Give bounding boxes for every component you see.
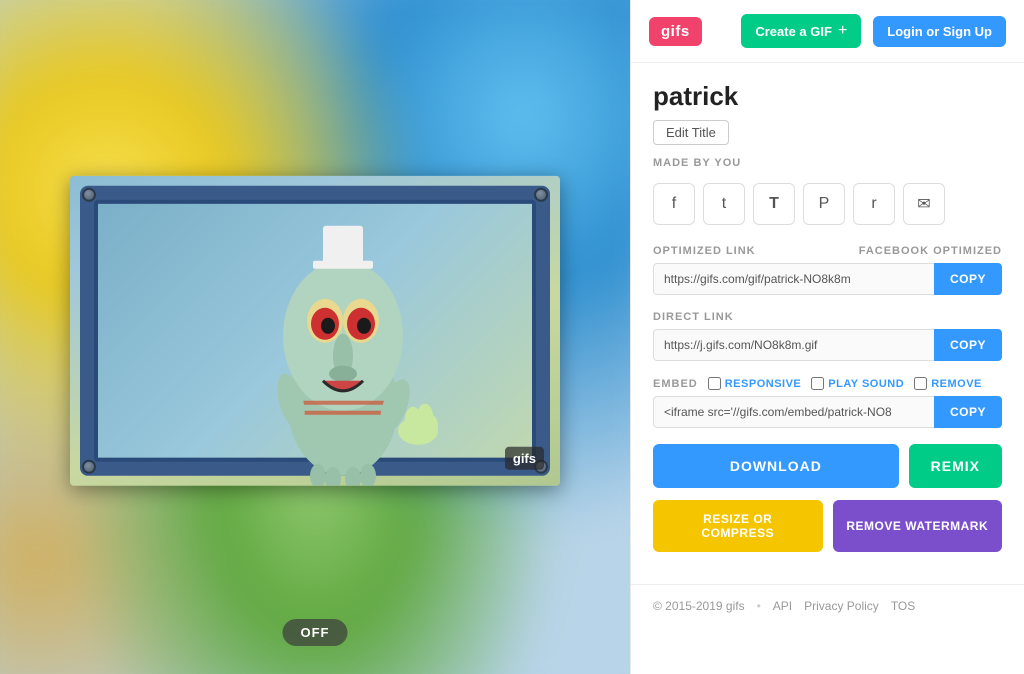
remove-checkbox[interactable] xyxy=(914,377,927,390)
action-row: DOWNLOAD REMIX xyxy=(653,444,1002,488)
footer-dot: • xyxy=(757,599,761,613)
reddit-icon: r xyxy=(871,195,876,213)
tos-link[interactable]: TOS xyxy=(891,599,915,613)
right-panel: gifs Create a GIF + Login or Sign Up pat… xyxy=(630,0,1024,674)
copy-direct-button[interactable]: COPY xyxy=(934,329,1002,361)
left-panel: gifs OFF xyxy=(0,0,630,674)
download-button[interactable]: DOWNLOAD xyxy=(653,444,899,488)
pinterest-share-button[interactable]: P xyxy=(803,183,845,225)
resize-button[interactable]: RESIZE OR COMPRESS xyxy=(653,500,823,552)
responsive-label: RESPONSIVE xyxy=(725,378,802,390)
email-share-button[interactable]: ✉ xyxy=(903,183,945,225)
direct-link-input[interactable] xyxy=(653,329,934,361)
reddit-share-button[interactable]: r xyxy=(853,183,895,225)
direct-link-section: DIRECT LINK COPY xyxy=(653,311,1002,361)
optimized-link-label: OPTIMIZED LINK xyxy=(653,245,756,257)
copyright-text: © 2015-2019 gifs xyxy=(653,599,745,613)
pinterest-icon: P xyxy=(819,195,830,213)
play-sound-checkbox-item[interactable]: PLAY SOUND xyxy=(811,377,904,390)
social-row: f t T P r ✉ xyxy=(653,183,1002,225)
gif-title: patrick xyxy=(653,81,1002,112)
footer: © 2015-2019 gifs • API Privacy Policy TO… xyxy=(631,584,1024,627)
play-sound-label: PLAY SOUND xyxy=(828,378,904,390)
gifs-logo: gifs xyxy=(649,17,702,46)
copy-optimized-button[interactable]: COPY xyxy=(934,263,1002,295)
create-gif-label: Create a GIF xyxy=(755,24,832,39)
direct-link-label: DIRECT LINK xyxy=(653,311,734,323)
embed-label: EMBED xyxy=(653,378,698,390)
main-content: patrick Edit Title MADE BY YOU f t T P r… xyxy=(631,63,1024,584)
bolt-bottomleft xyxy=(82,460,96,474)
responsive-checkbox-item[interactable]: RESPONSIVE xyxy=(708,377,802,390)
optimized-link-input[interactable] xyxy=(653,263,934,295)
api-link[interactable]: API xyxy=(773,599,792,613)
email-icon: ✉ xyxy=(917,194,930,214)
tumblr-share-button[interactable]: T xyxy=(753,183,795,225)
header: gifs Create a GIF + Login or Sign Up xyxy=(631,0,1024,63)
facebook-icon: f xyxy=(672,195,676,213)
gif-frame: gifs xyxy=(70,176,560,486)
bolt-topleft xyxy=(82,188,96,202)
squidward-illustration xyxy=(203,206,483,486)
edit-title-button[interactable]: Edit Title xyxy=(653,120,729,145)
off-toggle[interactable]: OFF xyxy=(283,619,348,646)
play-sound-checkbox[interactable] xyxy=(811,377,824,390)
bolt-topright xyxy=(534,188,548,202)
login-button[interactable]: Login or Sign Up xyxy=(873,16,1006,47)
remix-button[interactable]: REMIX xyxy=(909,444,1002,488)
tumblr-icon: T xyxy=(769,195,779,213)
made-by-label: MADE BY YOU xyxy=(653,157,1002,169)
create-gif-button[interactable]: Create a GIF + xyxy=(741,14,861,48)
embed-section: EMBED RESPONSIVE PLAY SOUND REMOVE COPY xyxy=(653,377,1002,428)
twitter-share-button[interactable]: t xyxy=(703,183,745,225)
remove-checkbox-item[interactable]: REMOVE xyxy=(914,377,982,390)
remove-label: REMOVE xyxy=(931,378,982,390)
bottom-row: RESIZE OR COMPRESS REMOVE WATERMARK xyxy=(653,500,1002,552)
privacy-link[interactable]: Privacy Policy xyxy=(804,599,879,613)
facebook-share-button[interactable]: f xyxy=(653,183,695,225)
optimized-link-section: OPTIMIZED LINK FACEBOOK OPTIMIZED COPY xyxy=(653,245,1002,295)
twitter-icon: t xyxy=(722,195,726,213)
copy-embed-button[interactable]: COPY xyxy=(934,396,1002,428)
gif-content xyxy=(70,176,560,486)
gifs-watermark: gifs xyxy=(505,447,544,470)
watermark-button[interactable]: REMOVE WATERMARK xyxy=(833,500,1003,552)
facebook-optimized-label: FACEBOOK OPTIMIZED xyxy=(859,245,1002,257)
create-gif-plus-icon: + xyxy=(838,22,847,40)
embed-link-input[interactable] xyxy=(653,396,934,428)
responsive-checkbox[interactable] xyxy=(708,377,721,390)
